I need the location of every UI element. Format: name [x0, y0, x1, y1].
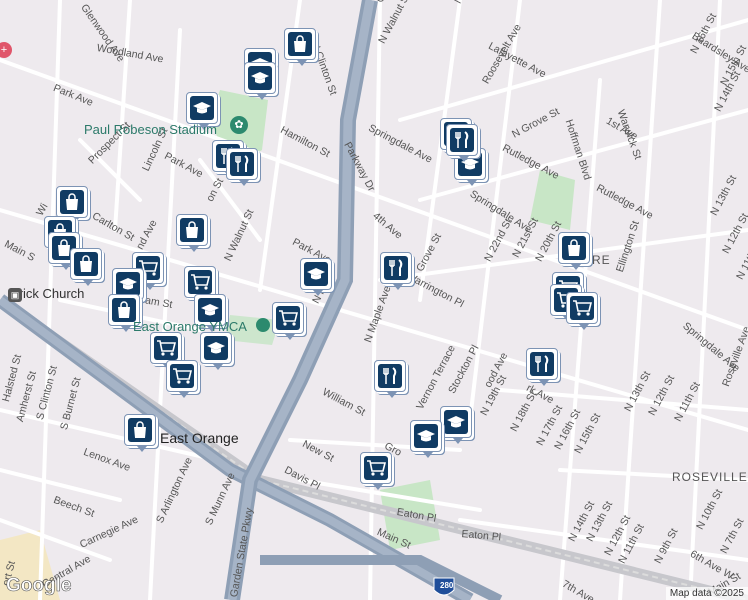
place-label-east-orange-ymca[interactable]: East Orange YMCA — [133, 319, 247, 334]
poi-pin-shopping[interactable] — [56, 186, 88, 224]
place-label-east-orange: East Orange — [160, 430, 239, 446]
place-label-paul-robeson-stadium[interactable]: Paul Robeson Stadium — [84, 122, 217, 137]
dining-icon — [450, 128, 474, 152]
dining-icon — [230, 152, 254, 176]
shopping-icon — [74, 252, 98, 276]
train-station-icon[interactable]: ▣ — [8, 288, 22, 302]
poi-pin-shopping[interactable] — [284, 28, 316, 66]
dining-icon — [378, 364, 402, 388]
grocery-icon — [570, 296, 594, 320]
poi-pin-grocery[interactable] — [272, 302, 304, 340]
dining-icon — [530, 352, 554, 376]
poi-pin-dining[interactable] — [374, 360, 406, 398]
school-icon — [444, 410, 468, 434]
school-icon — [204, 336, 228, 360]
shopping-icon — [562, 236, 586, 260]
school-icon — [190, 96, 214, 120]
poi-pin-dining[interactable] — [226, 148, 258, 186]
grocery-icon — [154, 336, 178, 360]
poi-pin-school[interactable] — [200, 332, 232, 370]
neighborhood-label-partial: RE — [592, 253, 611, 267]
school-icon — [116, 272, 140, 296]
google-logo: Google — [6, 575, 72, 597]
interstate-280-label: 280 — [440, 581, 454, 590]
grocery-icon — [188, 270, 212, 294]
poi-pin-grocery[interactable] — [166, 360, 198, 398]
poi-pin-dining[interactable] — [446, 124, 478, 162]
grocery-icon — [276, 306, 300, 330]
poi-pin-shopping[interactable] — [70, 248, 102, 286]
poi-pin-dining[interactable] — [526, 348, 558, 386]
school-icon — [304, 262, 328, 286]
poi-pin-school[interactable] — [244, 62, 276, 100]
grocery-icon — [364, 456, 388, 480]
poi-pin-school[interactable] — [186, 92, 218, 130]
poi-pin-school[interactable] — [440, 406, 472, 444]
map-view[interactable]: Glenwood Ave Woodland Ave N Clinton St Park… — [0, 0, 748, 600]
ymca-icon[interactable] — [256, 318, 270, 332]
school-icon — [414, 424, 438, 448]
poi-pin-dining[interactable] — [380, 252, 412, 290]
stadium-icon[interactable]: ✿ — [230, 116, 248, 134]
neighborhood-label-roseville: ROSEVILLE — [672, 470, 748, 484]
map-credits[interactable]: Map data ©2025 — [665, 587, 748, 600]
poi-pin-school[interactable] — [300, 258, 332, 296]
school-icon — [248, 66, 272, 90]
shopping-icon — [128, 418, 152, 442]
shopping-icon — [60, 190, 84, 214]
poi-pin-shopping[interactable] — [124, 414, 156, 452]
poi-pin-shopping[interactable] — [176, 214, 208, 252]
grocery-icon — [170, 364, 194, 388]
poi-pin-school[interactable] — [410, 420, 442, 458]
shopping-icon — [288, 32, 312, 56]
dining-icon — [384, 256, 408, 280]
poi-pin-shopping[interactable] — [558, 232, 590, 270]
poi-pin-grocery[interactable] — [566, 292, 598, 330]
poi-pin-grocery[interactable] — [360, 452, 392, 490]
shopping-icon — [180, 218, 204, 242]
